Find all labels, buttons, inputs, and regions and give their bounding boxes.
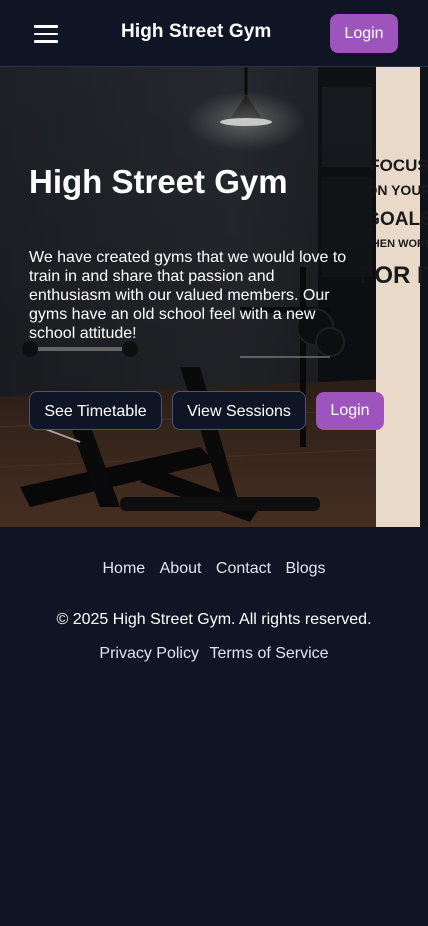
hamburger-menu-icon[interactable] [34, 24, 58, 44]
legal-links: Privacy Policy Terms of Service [0, 645, 428, 663]
poster-line-1: FOCUS [369, 156, 428, 175]
terms-of-service-link[interactable]: Terms of Service [209, 645, 328, 662]
top-navbar: High Street Gym Login [0, 0, 428, 67]
hero-section: FOCUS ON YOUR GOALS THEN WORK FOR IT Hig… [0, 67, 428, 527]
nav-login-button[interactable]: Login [330, 14, 398, 53]
menu-bar [34, 25, 58, 28]
footer-link-blogs[interactable]: Blogs [285, 560, 325, 577]
footer-link-home[interactable]: Home [102, 560, 145, 577]
menu-bar [34, 40, 58, 43]
footer-nav: Home About Contact Blogs [0, 560, 428, 578]
see-timetable-button[interactable]: See Timetable [29, 391, 162, 430]
menu-bar [34, 32, 58, 35]
privacy-policy-link[interactable]: Privacy Policy [99, 645, 199, 662]
hero-description: We have created gyms that we would love … [29, 249, 347, 342]
footer-link-about[interactable]: About [160, 560, 202, 577]
brand-title[interactable]: High Street Gym [121, 21, 271, 43]
copyright-text: © 2025 High Street Gym. All rights reser… [56, 611, 372, 628]
hero-login-button[interactable]: Login [316, 392, 384, 430]
view-sessions-button[interactable]: View Sessions [172, 391, 306, 430]
footer-link-contact[interactable]: Contact [216, 560, 271, 577]
hero-title: High Street Gym [29, 163, 288, 200]
site-footer: Home About Contact Blogs © 2025 High Str… [0, 527, 428, 926]
